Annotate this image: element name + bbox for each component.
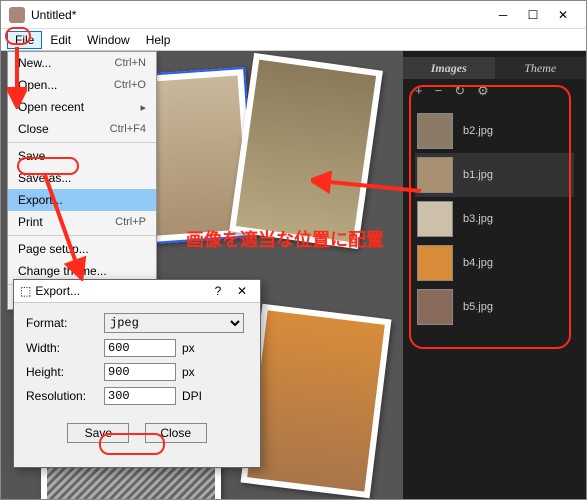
resolution-input[interactable] — [104, 387, 176, 405]
list-item[interactable]: b3.jpg — [415, 197, 574, 241]
thumbnail-list: b2.jpg b1.jpg b3.jpg b4.jpg b5.jpg — [403, 103, 586, 335]
window-title: Untitled* — [31, 8, 488, 22]
resolution-label: Resolution: — [26, 389, 104, 403]
menu-separator — [8, 235, 156, 236]
menu-edit[interactable]: Edit — [42, 31, 79, 49]
thumb-name: b5.jpg — [463, 301, 493, 313]
add-image-button[interactable]: + — [415, 83, 423, 99]
dialog-icon: ⬚ — [20, 284, 31, 298]
menu-window[interactable]: Window — [79, 31, 138, 49]
app-icon — [9, 7, 25, 23]
tab-theme[interactable]: Theme — [495, 57, 587, 79]
thumb-name: b2.jpg — [463, 125, 493, 137]
menu-page-setup[interactable]: Page setup... — [8, 238, 156, 260]
save-button[interactable]: Save — [67, 423, 129, 443]
thumbnail-icon — [417, 157, 453, 193]
export-dialog: ⬚ Export... ? ✕ Format: jpeg Width: px H… — [13, 279, 261, 468]
menu-open-recent[interactable]: Open recent▸ — [8, 96, 156, 118]
canvas-photo[interactable] — [229, 53, 383, 249]
unit-dpi: DPI — [182, 389, 202, 403]
menu-print[interactable]: PrintCtrl+P — [8, 211, 156, 233]
dialog-body: Format: jpeg Width: px Height: px Resolu… — [14, 303, 260, 467]
thumbnail-icon — [417, 113, 453, 149]
dialog-title: Export... — [31, 284, 206, 298]
menu-save[interactable]: Save — [8, 145, 156, 167]
list-item[interactable]: b1.jpg — [415, 153, 574, 197]
format-select[interactable]: jpeg — [104, 313, 244, 333]
menu-separator — [8, 142, 156, 143]
dialog-close-button[interactable]: ✕ — [230, 284, 254, 298]
thumbnail-icon — [417, 201, 453, 237]
settings-icon[interactable]: ⚙ — [477, 83, 489, 99]
side-tabs: Images Theme — [403, 51, 586, 79]
menu-export[interactable]: Export... — [8, 189, 156, 211]
list-item[interactable]: b5.jpg — [415, 285, 574, 329]
thumb-name: b4.jpg — [463, 257, 493, 269]
format-label: Format: — [26, 316, 104, 330]
thumbnail-icon — [417, 245, 453, 281]
list-item[interactable]: b4.jpg — [415, 241, 574, 285]
dialog-actions: Save Close — [26, 411, 248, 457]
canvas-photo[interactable] — [241, 304, 392, 499]
menu-open[interactable]: Open...Ctrl+O — [8, 74, 156, 96]
thumbnail-icon — [417, 289, 453, 325]
unit-px: px — [182, 365, 195, 379]
photo-image — [247, 310, 385, 491]
width-label: Width: — [26, 341, 104, 355]
file-dropdown: New...Ctrl+N Open...Ctrl+O Open recent▸ … — [7, 51, 157, 310]
refresh-icon[interactable]: ↻ — [454, 83, 465, 99]
menubar: File Edit Window Help — [1, 29, 586, 51]
list-item[interactable]: b2.jpg — [415, 109, 574, 153]
remove-image-button[interactable]: − — [435, 83, 443, 99]
menu-file[interactable]: File — [7, 31, 42, 49]
height-input[interactable] — [104, 363, 176, 381]
help-button[interactable]: ? — [206, 284, 230, 298]
side-toolbar: + − ↻ ⚙ — [403, 79, 586, 103]
menu-save-as[interactable]: Save as... — [8, 167, 156, 189]
unit-px: px — [182, 341, 195, 355]
main-window: Untitled* ─ ☐ ✕ File Edit Window Help Im… — [0, 0, 587, 500]
tab-images[interactable]: Images — [403, 57, 495, 79]
thumb-name: b1.jpg — [463, 169, 493, 181]
side-panel: Images Theme + − ↻ ⚙ b2.jpg b1.jpg b3.jp… — [403, 51, 586, 499]
width-input[interactable] — [104, 339, 176, 357]
titlebar: Untitled* ─ ☐ ✕ — [1, 1, 586, 29]
photo-image — [236, 60, 376, 243]
height-label: Height: — [26, 365, 104, 379]
close-window-button[interactable]: ✕ — [548, 5, 578, 25]
minimize-button[interactable]: ─ — [488, 5, 518, 25]
close-button[interactable]: Close — [145, 423, 207, 443]
menu-new[interactable]: New...Ctrl+N — [8, 52, 156, 74]
maximize-button[interactable]: ☐ — [518, 5, 548, 25]
thumb-name: b3.jpg — [463, 213, 493, 225]
menu-close[interactable]: CloseCtrl+F4 — [8, 118, 156, 140]
menu-help[interactable]: Help — [138, 31, 179, 49]
dialog-titlebar: ⬚ Export... ? ✕ — [14, 280, 260, 303]
chevron-right-icon: ▸ — [140, 101, 146, 114]
